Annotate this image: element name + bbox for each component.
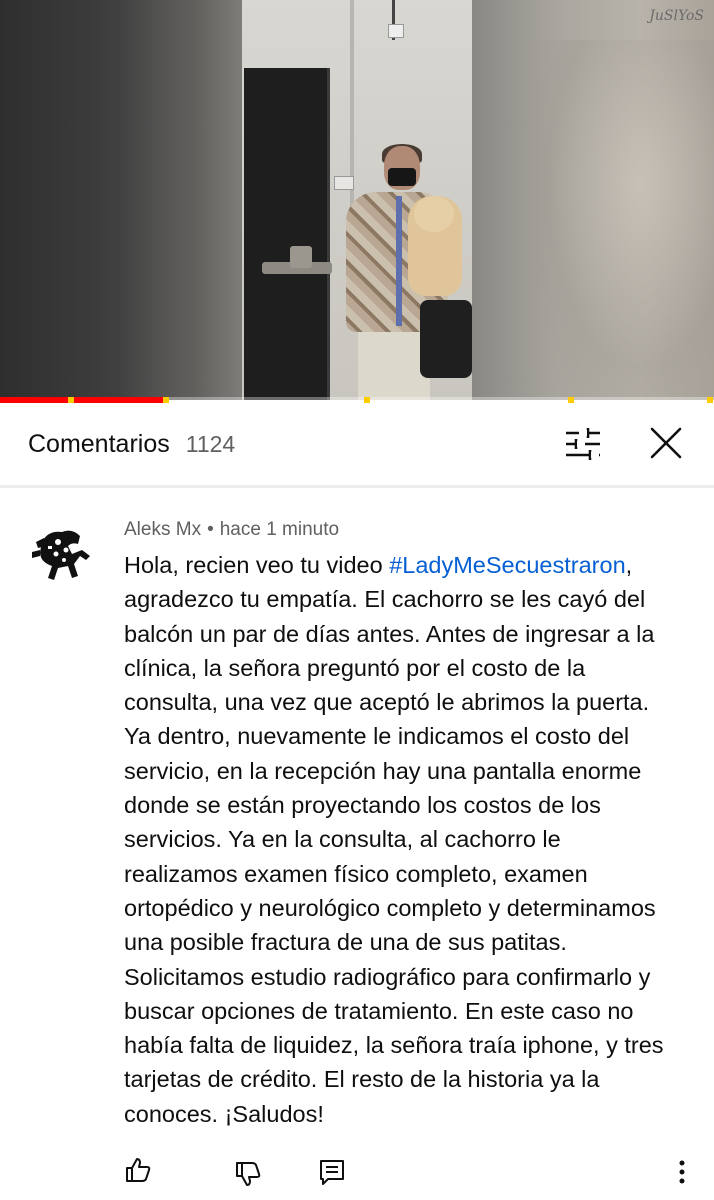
- comment-line-text: donde se están proyectando los costos de…: [124, 792, 601, 819]
- comment-line-text: balcón un par de días antes. Antes de in…: [124, 620, 655, 647]
- comment-line: Hola, recien veo tu video #LadyMeSecuest…: [124, 548, 692, 582]
- comment-author[interactable]: Aleks Mx: [124, 519, 201, 540]
- comments-title: Comentarios: [28, 429, 170, 458]
- comment-line-text: agradezco tu empatía. El cachorro se les…: [124, 586, 646, 613]
- comment-line-text: buscar opciones de tratamiento. En este …: [124, 997, 634, 1024]
- comment-line: consulta, una vez que aceptó le abrimos …: [124, 685, 692, 719]
- comment-line: Ya dentro, nuevamente le indicamos el co…: [124, 719, 692, 753]
- wall-outlet: [334, 176, 354, 190]
- sort-icon[interactable]: [564, 425, 602, 463]
- door-lock: [290, 246, 312, 268]
- comment-line: tarjetas de crédito. El resto de la hist…: [124, 1062, 692, 1096]
- close-icon[interactable]: [646, 423, 686, 463]
- watermark: JuSlYoS: [649, 8, 704, 24]
- comment-line-text: servicio, en la recepción hay una pantal…: [124, 757, 642, 784]
- comment-line: servicios. Ya en la consulta, al cachorr…: [124, 822, 692, 856]
- comment-line-text: clínica, la señora preguntó por el costo…: [124, 654, 586, 681]
- face-mask: [388, 168, 416, 186]
- comments-header: Comentarios 1124: [0, 403, 714, 485]
- dislike-icon[interactable]: [234, 1160, 262, 1188]
- hashtag-link[interactable]: #LadyMeSecuestraron: [389, 552, 625, 578]
- video-player[interactable]: JuSlYoS: [0, 0, 714, 400]
- more-options-icon[interactable]: [670, 1158, 694, 1186]
- comment-line: una posible fractura de una de sus patit…: [124, 925, 692, 959]
- comment-line: clínica, la señora preguntó por el costo…: [124, 651, 692, 685]
- comment-line-text: Hola, recien veo tu video: [124, 552, 390, 578]
- comment-line: conoces. ¡Saludos!: [124, 1097, 692, 1131]
- comment-line-text: consulta, una vez que aceptó le abrimos …: [124, 689, 650, 716]
- comment-line: realizamos examen físico completo, exame…: [124, 857, 692, 891]
- comment-line-text: había falta de liquidez, la señora traía…: [124, 1032, 664, 1059]
- comment-line-text: Ya dentro, nuevamente le indicamos el co…: [124, 723, 630, 750]
- comment-line: donde se están proyectando los costos de…: [124, 788, 692, 822]
- comment-line: ortopédico y neurológico completo y dete…: [124, 891, 692, 925]
- comment-line: servicio, en la recepción hay una pantal…: [124, 754, 692, 788]
- comment-line: agradezco tu empatía. El cachorro se les…: [124, 582, 692, 616]
- header-divider: [0, 485, 714, 488]
- comment-line-text: conoces. ¡Saludos!: [124, 1100, 324, 1127]
- comments-count: 1124: [185, 430, 236, 457]
- comment-line-text: Solicitamos estudio radiográfico para co…: [124, 963, 651, 990]
- like-icon[interactable]: [124, 1156, 152, 1184]
- reply-icon[interactable]: [318, 1158, 346, 1186]
- bag-strap: [396, 196, 402, 326]
- puppy-head: [414, 196, 454, 232]
- comment-meta: Aleks Mx • hace 1 minuto: [124, 519, 339, 541]
- comment-line-text: ,: [625, 552, 633, 578]
- comment-text: Hola, recien veo tu video #LadyMeSecuest…: [124, 548, 692, 1131]
- comment-line: balcón un par de días antes. Antes de in…: [124, 617, 692, 651]
- avatar[interactable]: [28, 520, 96, 588]
- blurred-left-side: [0, 0, 242, 400]
- blurred-right-side: [472, 0, 714, 400]
- comment-line-text: realizamos examen físico completo, exame…: [124, 860, 588, 887]
- comment-line-text: una posible fractura de una de sus patit…: [124, 929, 567, 956]
- comment-line-text: ortopédico y neurológico completo y dete…: [124, 894, 656, 921]
- comment-line-text: servicios. Ya en la consulta, al cachorr…: [124, 826, 561, 853]
- wall-box: [388, 24, 404, 38]
- door: [244, 68, 330, 400]
- comment-time: hace 1 minuto: [219, 519, 340, 540]
- bag: [420, 300, 472, 378]
- comment-line: había falta de liquidez, la señora traía…: [124, 1028, 692, 1062]
- meta-separator: •: [207, 519, 214, 540]
- comment-line: Solicitamos estudio radiográfico para co…: [124, 960, 692, 994]
- comment-line-text: tarjetas de crédito. El resto de la hist…: [124, 1066, 600, 1093]
- comment-line: buscar opciones de tratamiento. En este …: [124, 994, 692, 1028]
